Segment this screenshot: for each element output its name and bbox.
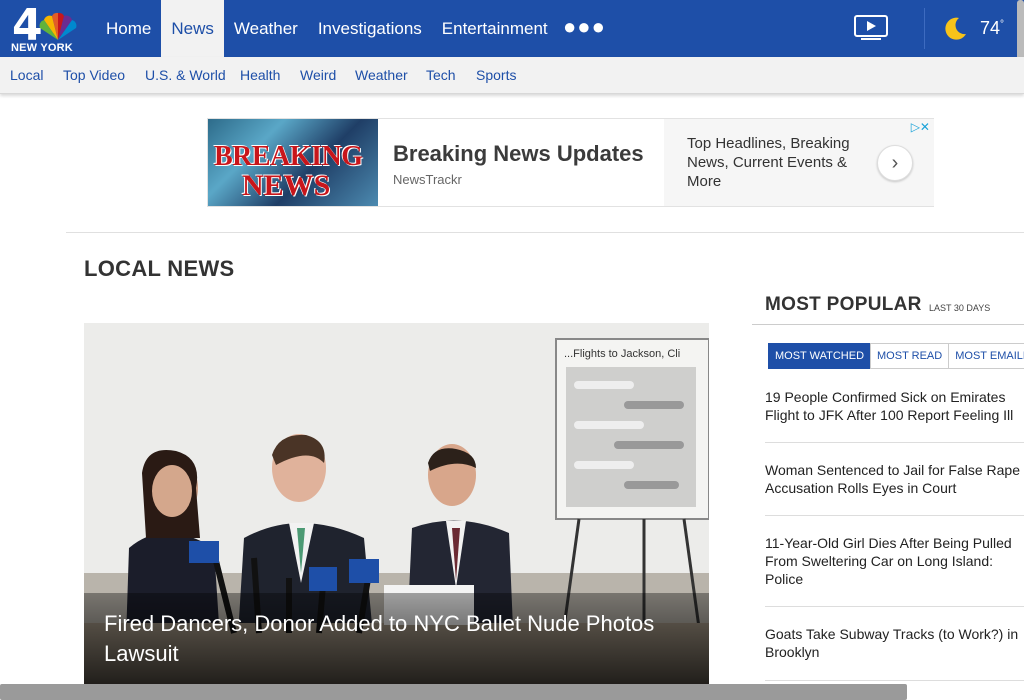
hero-story[interactable]: ...Flights to Jackson, Cli Fired Dancers…	[84, 323, 709, 700]
sub-navigation: Local Top Video U.S. & World Health Weir…	[0, 57, 1024, 94]
nav-home[interactable]: Home	[96, 0, 161, 57]
popular-item-2[interactable]: Woman Sentenced to Jail for False Rape A…	[765, 461, 1024, 497]
popular-item-2-line-1: Woman Sentenced to Jail for False Rape	[765, 462, 1020, 478]
section-title: LOCAL NEWS	[84, 256, 235, 281]
popular-item-4-line-2: Brooklyn	[765, 644, 820, 660]
ad-description: Top Headlines, Breaking News, Current Ev…	[687, 135, 850, 190]
popular-item-3-line-1: 11-Year-Old Girl Dies After Being Pulled	[765, 535, 1012, 551]
subnav-weird[interactable]: Weird	[300, 67, 336, 83]
nav-news[interactable]: News	[161, 0, 224, 57]
temperature[interactable]: 74°	[980, 18, 1004, 39]
ad-choices-icon[interactable]: ▷✕	[911, 120, 930, 134]
logo-city: NEW YORK	[11, 42, 73, 54]
more-dots-icon[interactable]: ●●●	[563, 14, 606, 40]
ad-description-panel: Top Headlines, Breaking News, Current Ev…	[664, 119, 934, 206]
popular-item-1[interactable]: 19 People Confirmed Sick on Emirates Fli…	[765, 388, 1024, 424]
moon-icon[interactable]	[942, 16, 968, 42]
ad-title[interactable]: Breaking News Updates	[393, 141, 644, 167]
ad-image-text-news: NEWS	[242, 169, 331, 202]
section-divider	[66, 232, 1024, 233]
subnav-tech[interactable]: Tech	[426, 67, 456, 83]
subnav-weather[interactable]: Weather	[355, 67, 408, 83]
subnav-top-video[interactable]: Top Video	[63, 67, 125, 83]
advertisement-banner[interactable]: BREAKING NEWS Breaking News Updates News…	[207, 118, 934, 207]
popular-item-separator	[765, 606, 1024, 607]
nav-entertainment[interactable]: Entertainment	[432, 0, 558, 57]
degree-symbol: °	[1000, 19, 1005, 30]
popular-item-3-line-2: From Sweltering Car on Long Island:	[765, 553, 993, 569]
subnav-local[interactable]: Local	[10, 67, 43, 83]
most-popular-tabs: MOST WATCHED MOST READ MOST EMAILED	[768, 343, 1024, 369]
most-popular-underline	[752, 324, 1024, 325]
ad-image: BREAKING NEWS	[208, 119, 378, 206]
nav-weather[interactable]: Weather	[224, 0, 308, 57]
popular-item-separator	[765, 680, 1024, 681]
subnav-sports[interactable]: Sports	[476, 67, 516, 83]
header-divider	[924, 8, 925, 49]
nbc4-logo[interactable]: 4 NEW YORK	[8, 0, 82, 54]
popular-item-separator	[765, 515, 1024, 516]
horizontal-scrollbar[interactable]	[0, 684, 907, 700]
most-popular-subtitle: LAST 30 DAYS	[929, 303, 991, 313]
video-play-icon[interactable]	[854, 15, 888, 41]
subnav-us-world[interactable]: U.S. & World	[145, 67, 226, 83]
popular-item-separator	[765, 442, 1024, 443]
popular-item-3[interactable]: 11-Year-Old Girl Dies After Being Pulled…	[765, 534, 1024, 588]
main-nav: Home News Weather Investigations Enterta…	[96, 0, 558, 57]
popular-item-1-line-1: 19 People Confirmed Sick on Emirates	[765, 389, 1006, 405]
ad-arrow-button[interactable]: ›	[877, 145, 913, 181]
most-popular-title: MOST POPULAR	[765, 294, 922, 315]
popular-item-1-line-2: Flight to JFK After 100 Report Feeling I…	[765, 407, 1014, 423]
hero-headline[interactable]: Fired Dancers, Donor Added to NYC Ballet…	[104, 609, 664, 669]
board-caption: ...Flights to Jackson, Cli	[564, 348, 680, 360]
top-navigation-bar: 4 NEW YORK Home News Weather Investigati…	[0, 0, 1024, 82]
peacock-icon	[39, 12, 77, 40]
ad-source: NewsTrackr	[393, 172, 462, 187]
nav-investigations[interactable]: Investigations	[308, 0, 432, 57]
subnav-health[interactable]: Health	[240, 67, 280, 83]
popular-item-4-line-1: Goats Take Subway Tracks (to Work?) in	[765, 626, 1019, 642]
temperature-value: 74	[980, 18, 1001, 38]
tab-most-watched[interactable]: MOST WATCHED	[768, 343, 871, 369]
popular-item-3-line-3: Police	[765, 571, 804, 587]
tab-most-read[interactable]: MOST READ	[870, 343, 949, 369]
popular-item-2-line-2: Accusation Rolls Eyes in Court	[765, 480, 957, 496]
tab-most-emailed[interactable]: MOST EMAILED	[948, 343, 1024, 369]
popular-item-4[interactable]: Goats Take Subway Tracks (to Work?) in B…	[765, 625, 1024, 661]
